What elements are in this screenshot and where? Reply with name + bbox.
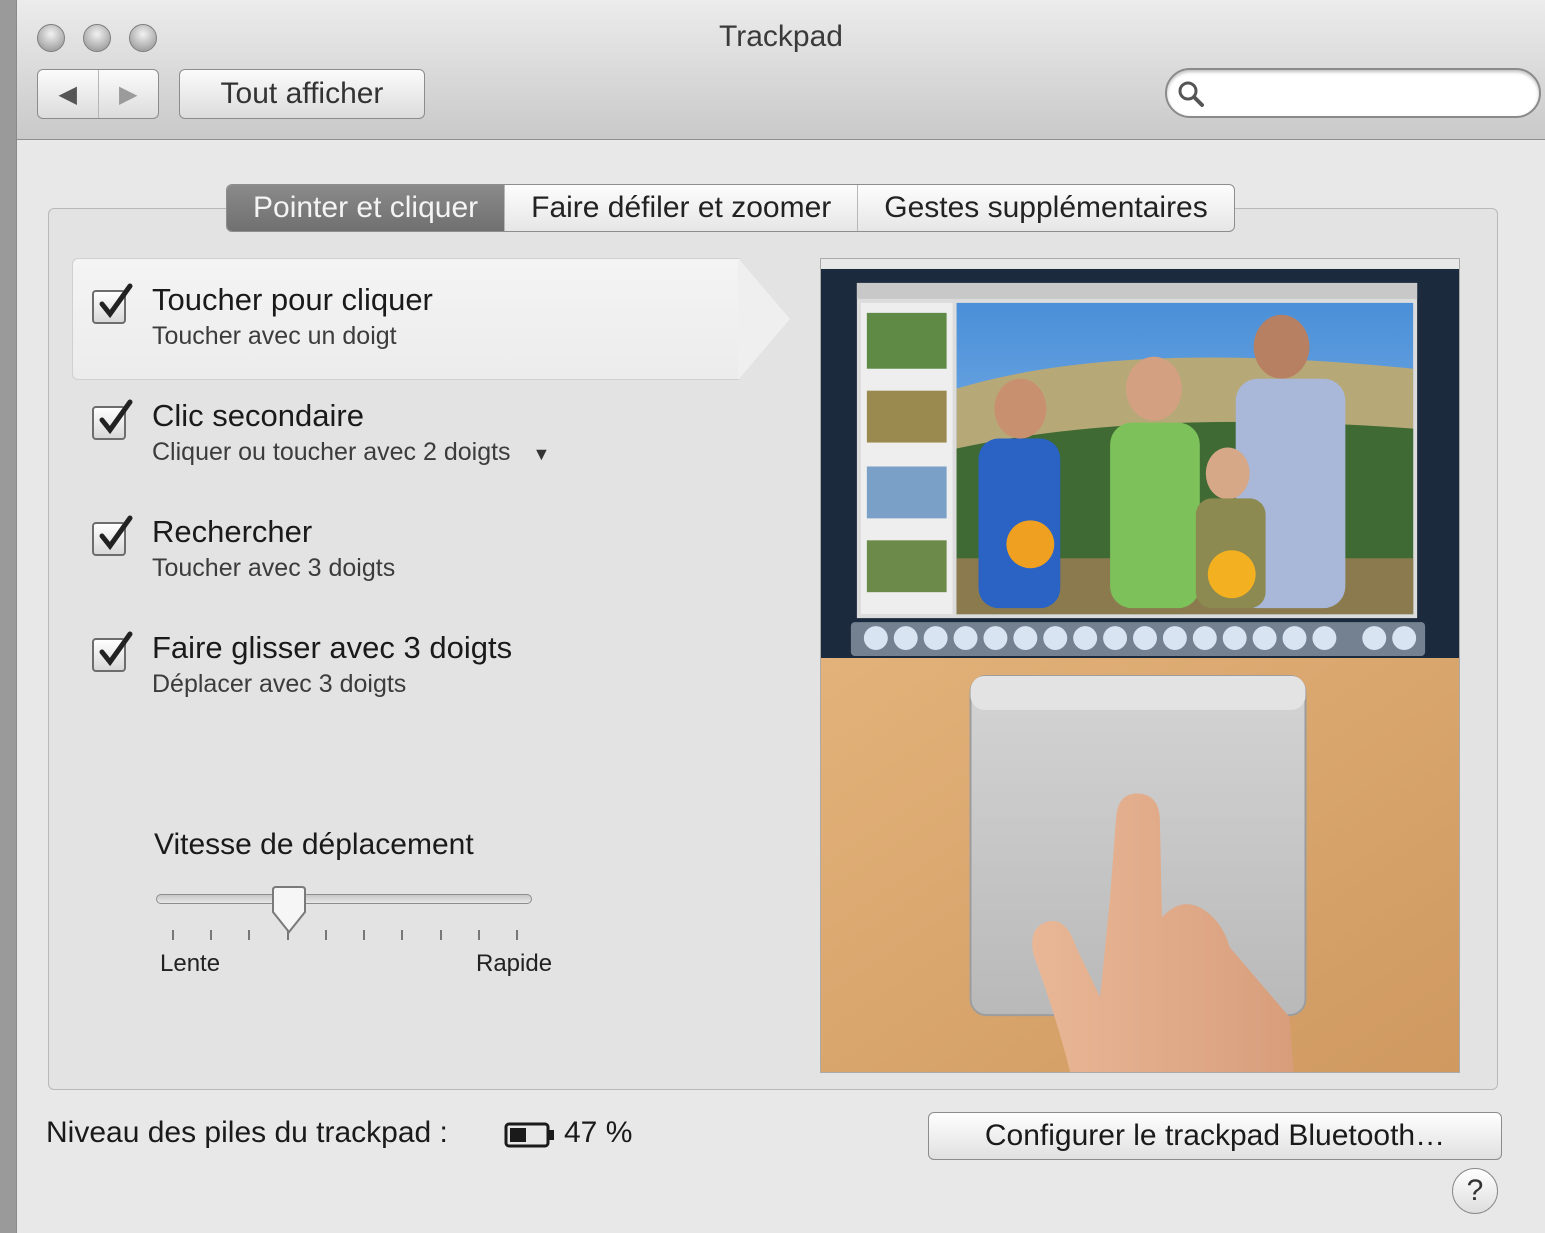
speed-tick	[401, 930, 404, 940]
search-input[interactable]	[1215, 76, 1525, 110]
tracking-speed-thumb[interactable]	[269, 886, 309, 936]
checkmark-icon	[99, 631, 133, 667]
speed-tick	[363, 930, 366, 940]
tab-bar: Pointer et cliquer Faire défiler et zoom…	[226, 184, 1235, 232]
setup-bluetooth-trackpad-button[interactable]: Configurer le trackpad Bluetooth…	[928, 1112, 1502, 1160]
checkmark-icon	[99, 399, 133, 435]
search-field[interactable]	[1165, 68, 1541, 118]
option-title: Toucher pour cliquer	[152, 282, 433, 317]
magnifier-icon	[1178, 81, 1204, 107]
selected-option-highlight	[72, 258, 740, 380]
battery-icon	[504, 1122, 554, 1148]
battery-level-label: Niveau des piles du trackpad :	[46, 1116, 448, 1149]
option-subtitle: Cliquer ou toucher avec 2 doigts	[152, 438, 511, 466]
show-all-button[interactable]: Tout afficher	[179, 69, 425, 119]
speed-tick	[172, 930, 174, 940]
selected-option-pointer	[738, 258, 790, 380]
option-subtitle: Toucher avec 3 doigts	[152, 554, 396, 582]
speed-tick	[439, 930, 442, 940]
title-toolbar: Trackpad ◀ ▶ Tout afficher	[17, 0, 1545, 140]
tap-to-click-checkbox[interactable]	[92, 283, 133, 324]
option-title: Rechercher	[152, 514, 313, 549]
option-subtitle: Déplacer avec 3 doigts	[152, 670, 407, 698]
secondary-click-popup[interactable]: Cliquer ou toucher avec 2 doigts ▼	[152, 438, 550, 467]
battery-percent: 47 %	[564, 1116, 633, 1149]
back-button[interactable]: ◀	[38, 70, 98, 118]
tracking-speed-label: Vitesse de déplacement	[154, 828, 474, 861]
back-forward-control: ◀ ▶	[37, 69, 159, 119]
speed-min-label: Lente	[160, 950, 221, 977]
speed-tick	[324, 930, 327, 940]
gesture-preview-video	[820, 258, 1460, 1073]
tab-scroll-zoom[interactable]: Faire défiler et zoomer	[504, 185, 857, 231]
speed-tick	[516, 930, 518, 940]
option-subtitle: Toucher avec un doigt	[152, 322, 397, 350]
three-finger-drag-checkbox[interactable]	[92, 631, 133, 672]
forward-button[interactable]: ▶	[97, 70, 159, 118]
speed-tick	[210, 930, 213, 940]
option-title: Faire glisser avec 3 doigts	[152, 630, 513, 665]
dropdown-arrow-icon: ▼	[532, 444, 551, 464]
secondary-click-checkbox[interactable]	[92, 399, 133, 440]
forward-arrow-icon: ▶	[119, 80, 138, 108]
back-arrow-icon: ◀	[58, 80, 77, 108]
help-button[interactable]: ?	[1452, 1168, 1498, 1214]
checkmark-icon	[99, 515, 133, 551]
speed-tick	[248, 930, 251, 940]
tracking-speed-track[interactable]	[156, 894, 532, 904]
look-up-checkbox[interactable]	[92, 515, 133, 556]
checkmark-icon	[99, 283, 133, 319]
speed-tick	[477, 930, 480, 940]
option-title: Clic secondaire	[152, 398, 364, 433]
tab-more-gestures[interactable]: Gestes supplémentaires	[857, 185, 1234, 231]
tab-pointer-click[interactable]: Pointer et cliquer	[227, 185, 505, 231]
speed-max-label: Rapide	[476, 950, 553, 977]
window-title: Trackpad	[719, 20, 843, 53]
